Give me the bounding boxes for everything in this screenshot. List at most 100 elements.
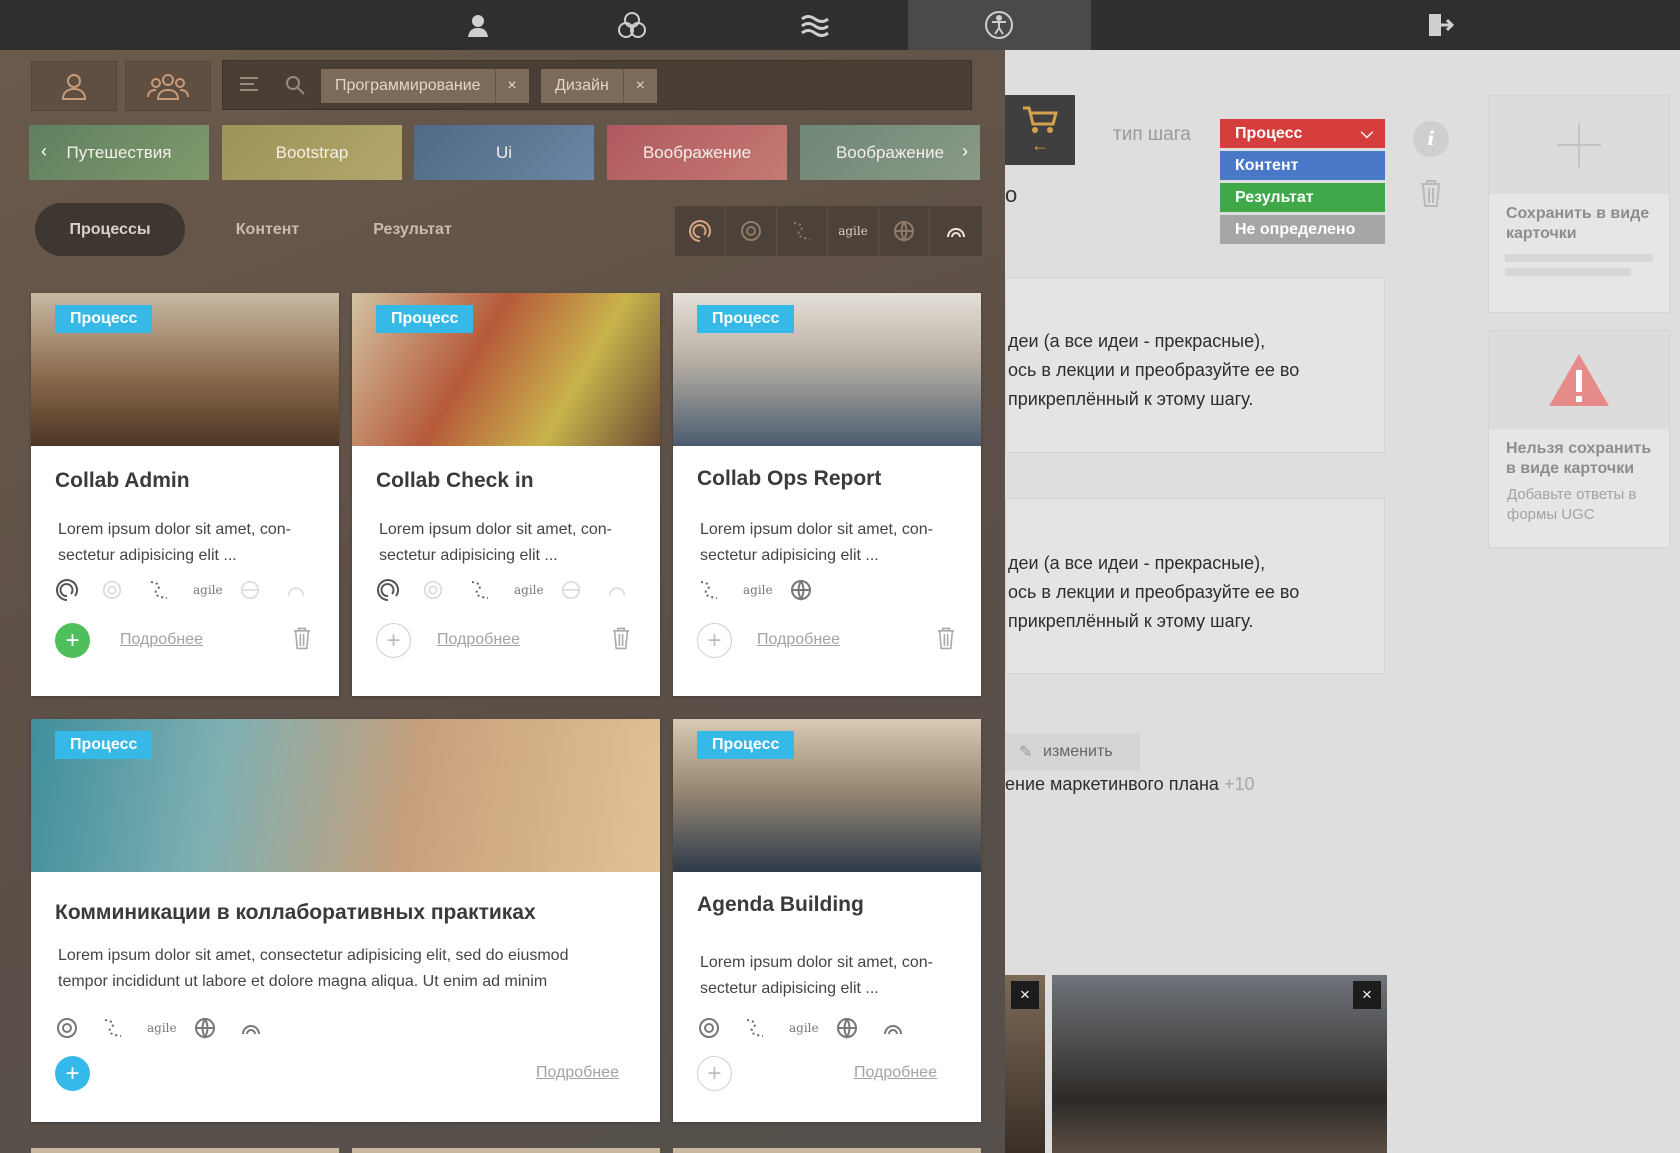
more-link[interactable]: Подробнее <box>536 1064 619 1082</box>
edit-button[interactable]: ✎ изменить <box>1005 733 1140 771</box>
cart-button[interactable]: ← <box>1005 95 1075 165</box>
category-ui[interactable]: Ui <box>414 125 594 180</box>
rings-icon[interactable] <box>930 206 981 256</box>
chevron-left-icon[interactable]: ‹ <box>41 141 47 162</box>
add-card-button[interactable]: + <box>697 623 732 658</box>
method-card[interactable]: Процесс Agenda Building Lorem ipsum dolo… <box>673 719 981 1122</box>
top-nav-bar <box>0 0 1680 50</box>
globe-icon <box>239 579 285 601</box>
swirl-icon <box>101 579 147 601</box>
category-imagination[interactable]: Воображение <box>607 125 787 180</box>
tab-processes[interactable]: Процессы <box>35 203 185 256</box>
textarea-1-line: ось в лекции и преобразуйте ее во <box>1008 360 1300 380</box>
step-option-content[interactable]: Контент <box>1220 151 1385 180</box>
exit-icon[interactable] <box>1400 0 1480 50</box>
user-avatar-icon[interactable] <box>438 0 518 50</box>
textarea-1-line: прикреплённый к этому шагу. <box>1008 389 1254 409</box>
agile-icon[interactable]: agile <box>828 206 879 256</box>
agile-label: agile <box>838 224 868 238</box>
dotted-path-icon[interactable] <box>777 206 828 256</box>
close-icon[interactable]: × <box>1011 981 1039 1009</box>
method-card[interactable]: Процесс Комминикации в коллаборативных п… <box>31 719 660 1122</box>
step-type-select[interactable]: Процесс ⌵ Контент Результат Не определено <box>1220 119 1385 247</box>
waves-icon[interactable] <box>775 0 855 50</box>
card-title: Collab Admin <box>55 469 190 492</box>
save-as-card-panel[interactable]: Сохранить в виде карточки <box>1488 95 1670 313</box>
swirl-icon[interactable] <box>726 206 777 256</box>
dotted-path-icon <box>147 578 193 602</box>
chevron-right-icon[interactable]: › <box>962 141 968 162</box>
add-card-button[interactable]: + <box>697 1056 732 1091</box>
cannot-save-panel: Нельзя сохранить в виде карточки Добавьт… <box>1488 330 1670 548</box>
trash-icon[interactable] <box>1419 178 1443 213</box>
card-description: sectetur adipisicing elit ... <box>58 547 237 564</box>
method-filter-icons: agile <box>675 206 982 256</box>
step-option-undefined[interactable]: Не определено <box>1220 215 1385 244</box>
add-card-button[interactable]: + <box>55 623 90 658</box>
category-travel[interactable]: ‹ Путешествия <box>29 125 209 180</box>
method-card[interactable]: Процесс Collab Ops Report Lorem ipsum do… <box>673 293 981 696</box>
card-description: sectetur adipisicing elit ... <box>700 547 879 564</box>
category-label: Воображение <box>835 142 945 162</box>
card-title: Комминикации в коллаборативных практиках <box>55 901 536 924</box>
cart-icon <box>1023 106 1058 133</box>
agile-icon: agile <box>743 583 773 597</box>
trash-icon[interactable] <box>292 626 312 655</box>
category-label: Путешествия <box>66 142 172 162</box>
accessibility-icon[interactable] <box>959 0 1039 50</box>
users-group-icon <box>147 74 189 100</box>
card-title: Collab Ops Report <box>697 467 882 490</box>
method-card[interactable]: Процесс Collab Admin Lorem ipsum dolor s… <box>31 293 339 696</box>
filter-chip-label: Программирование <box>335 77 481 94</box>
card-description: sectetur adipisicing elit ... <box>700 980 879 997</box>
placeholder-bar <box>1505 254 1653 262</box>
card-peek <box>352 1148 660 1153</box>
spiral-icon <box>376 578 422 602</box>
chevron-down-icon: ⌵ <box>1360 124 1373 142</box>
more-link[interactable]: Подробнее <box>757 631 840 649</box>
add-card-button[interactable]: + <box>376 623 411 658</box>
method-card[interactable]: Процесс Collab Check in Lorem ipsum dolo… <box>352 293 660 696</box>
rings-icon <box>606 579 652 601</box>
save-as-card-title: Сохранить в виде карточки <box>1506 205 1650 242</box>
step-option-process[interactable]: Процесс ⌵ <box>1220 119 1385 148</box>
more-link[interactable]: Подробнее <box>854 1064 937 1082</box>
menu-icon[interactable] <box>239 75 259 98</box>
more-link[interactable]: Подробнее <box>120 631 203 649</box>
category-label: Ui <box>495 142 513 162</box>
more-link[interactable]: Подробнее <box>437 631 520 649</box>
close-icon[interactable]: × <box>1353 981 1381 1009</box>
search-icon[interactable] <box>285 75 305 100</box>
globe-icon <box>560 579 606 601</box>
step-option-result[interactable]: Результат <box>1220 183 1385 212</box>
card-library-panel: Программирование × Дизайн × ‹ Путешестви… <box>0 50 1005 1153</box>
cannot-save-title: Нельзя сохранить в виде карточки <box>1506 440 1652 477</box>
globe-icon[interactable] <box>879 206 930 256</box>
info-button[interactable]: i <box>1413 121 1449 157</box>
trash-icon[interactable] <box>936 626 956 655</box>
category-imagination-2[interactable]: Воображение › <box>800 125 980 180</box>
dotted-path-icon <box>697 578 743 602</box>
close-icon[interactable]: × <box>494 69 529 103</box>
single-user-button[interactable] <box>31 61 117 111</box>
add-card-button[interactable]: + <box>55 1056 90 1091</box>
search-filter-bar[interactable]: Программирование × Дизайн × <box>222 60 972 110</box>
card-description: Lorem ipsum dolor sit amet, con- <box>700 521 933 538</box>
swirl-icon <box>697 1016 743 1040</box>
filter-chip-programming[interactable]: Программирование × <box>321 69 529 103</box>
close-icon[interactable]: × <box>622 69 657 103</box>
card-description: Lorem ipsum dolor sit amet, con- <box>58 521 291 538</box>
tab-content[interactable]: Контент <box>205 203 330 256</box>
card-title: Collab Check in <box>376 469 534 492</box>
card-title: Agenda Building <box>697 893 864 916</box>
category-bootstrap[interactable]: Bootstrap <box>222 125 402 180</box>
filter-chip-design[interactable]: Дизайн × <box>541 69 657 103</box>
spiral-icon[interactable] <box>675 206 726 256</box>
group-users-button[interactable] <box>125 61 211 111</box>
plus-icon <box>1489 96 1669 194</box>
spiral-icon <box>55 578 101 602</box>
tab-result[interactable]: Результат <box>350 203 475 256</box>
circles-icon[interactable] <box>592 0 672 50</box>
dotted-path-icon <box>101 1016 147 1040</box>
trash-icon[interactable] <box>611 626 631 655</box>
